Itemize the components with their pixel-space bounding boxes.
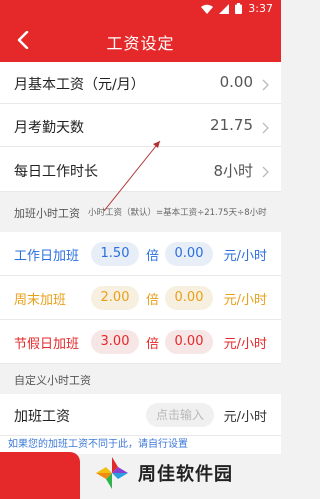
overtime-row-workday: 工作日加班 1.50 倍 0.00 元/小时	[0, 232, 281, 276]
workday-rate-value[interactable]: 0.00	[165, 242, 213, 266]
watermark: 周佳软件园	[92, 450, 281, 496]
watermark-logo-icon	[96, 457, 128, 489]
signal-icon	[219, 3, 230, 14]
page-title: 工资设定	[106, 34, 175, 53]
chevron-right-icon	[262, 119, 269, 138]
holiday-rate-value[interactable]: 0.00	[165, 330, 213, 354]
workday-overtime-label: 工作日加班	[14, 249, 80, 264]
app-bar: 工资设定	[0, 18, 281, 62]
custom-section-title: 自定义小时工资	[14, 374, 91, 387]
base-salary-value: 0.00	[219, 73, 253, 91]
bottom-action-button[interactable]	[0, 452, 80, 499]
attendance-days-value: 21.75	[210, 116, 253, 134]
base-salary-label: 月基本工资（元/月）	[14, 77, 145, 93]
custom-wage-row: 加班工资 点击输入 元/小时	[0, 394, 281, 436]
workday-times-label: 倍	[146, 249, 160, 264]
weekend-rate-value[interactable]: 0.00	[165, 286, 213, 310]
weekend-unit-label: 元/小时	[223, 293, 267, 308]
wifi-icon	[201, 4, 214, 14]
watermark-text: 周佳软件园	[138, 464, 233, 485]
holiday-unit-label: 元/小时	[223, 337, 267, 352]
overtime-row-weekend: 周末加班 2.00 倍 0.00 元/小时	[0, 276, 281, 320]
status-bar: 3:37	[0, 0, 281, 18]
workday-multiplier-input[interactable]: 1.50	[91, 242, 139, 266]
annotation-arrow	[103, 140, 161, 212]
custom-wage-label: 加班工资	[14, 409, 70, 425]
holiday-multiplier-input[interactable]: 3.00	[91, 330, 139, 354]
custom-wage-input[interactable]: 点击输入	[146, 403, 214, 427]
base-salary-row[interactable]: 月基本工资（元/月） 0.00	[0, 62, 281, 104]
custom-section-header: 自定义小时工资	[0, 364, 281, 394]
custom-unit-label: 元/小时	[223, 410, 267, 425]
chevron-right-icon	[262, 76, 269, 95]
chevron-right-icon	[262, 163, 269, 182]
overtime-section-title: 加班小时工资	[14, 207, 80, 220]
status-time: 3:37	[248, 2, 273, 15]
workday-unit-label: 元/小时	[223, 249, 267, 264]
weekend-overtime-label: 周末加班	[14, 293, 67, 308]
holiday-times-label: 倍	[146, 337, 160, 352]
daily-hours-value: 8小时	[213, 162, 253, 180]
weekend-multiplier-input[interactable]: 2.00	[91, 286, 139, 310]
weekend-times-label: 倍	[146, 293, 160, 308]
overtime-row-holiday: 节假日加班 3.00 倍 0.00 元/小时	[0, 320, 281, 364]
daily-hours-label: 每日工作时长	[14, 164, 98, 180]
battery-icon	[235, 3, 243, 14]
holiday-overtime-label: 节假日加班	[14, 337, 80, 352]
attendance-days-label: 月考勤天数	[14, 120, 84, 136]
